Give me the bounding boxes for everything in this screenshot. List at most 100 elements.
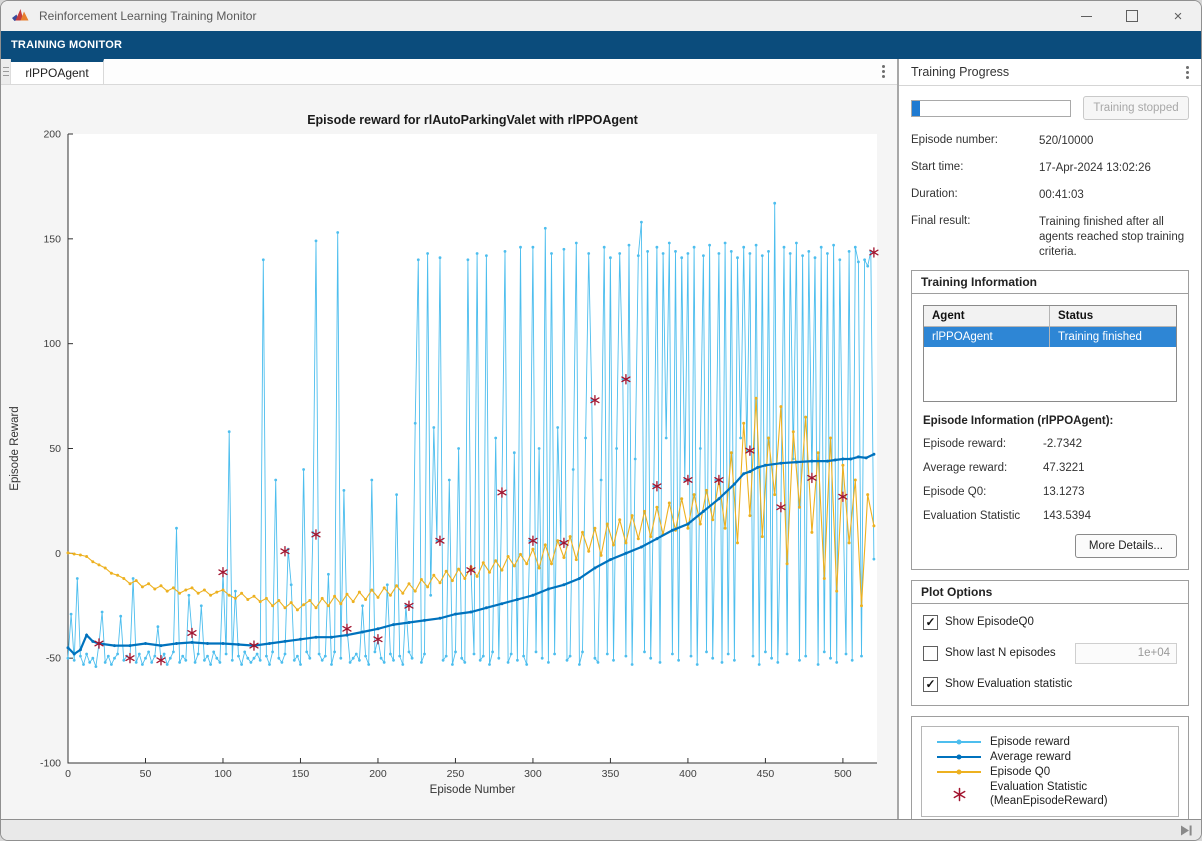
episode-information-title: Episode Information (rlPPOAgent): bbox=[923, 415, 1177, 427]
grip-icon bbox=[3, 71, 9, 72]
show-last-n-checkbox[interactable] bbox=[923, 646, 938, 661]
info-row-start-time: Start time: 17-Apr-2024 13:02:26 bbox=[911, 161, 1189, 176]
panel-options-kebab-icon[interactable] bbox=[1186, 71, 1189, 74]
stat-label: Average reward: bbox=[923, 462, 1043, 474]
plot-options-section: Plot Options Show EpisodeQ0 Show last N … bbox=[911, 580, 1189, 706]
titlebar: Reinforcement Learning Training Monitor … bbox=[1, 1, 1201, 31]
ribbon: TRAINING MONITOR bbox=[1, 31, 1201, 59]
window-title: Reinforcement Learning Training Monitor bbox=[39, 9, 1063, 23]
svg-text:500: 500 bbox=[834, 768, 852, 780]
legend-section: Episode reward Average reward bbox=[911, 716, 1189, 819]
stat-row-evaluation-statistic: Evaluation Statistic 143.5394 bbox=[923, 510, 1177, 522]
svg-text:100: 100 bbox=[43, 338, 61, 350]
stat-label: Episode reward: bbox=[923, 438, 1043, 450]
progress-fill bbox=[912, 101, 920, 116]
section-title: Plot Options bbox=[912, 581, 1188, 604]
panel-grip[interactable] bbox=[1, 59, 11, 84]
stat-value: -2.7342 bbox=[1043, 438, 1082, 450]
column-header-status[interactable]: Status bbox=[1050, 306, 1176, 327]
more-details-button[interactable]: More Details... bbox=[1075, 534, 1177, 558]
table-header-row: Agent Status bbox=[924, 306, 1176, 327]
legend-asterisk-sample bbox=[928, 787, 990, 802]
close-icon: × bbox=[1174, 9, 1183, 24]
chart-legend: Episode reward Average reward bbox=[921, 726, 1179, 818]
column-header-agent[interactable]: Agent bbox=[924, 306, 1050, 327]
section-title: Training Information bbox=[912, 271, 1188, 294]
info-label: Final result: bbox=[911, 215, 1039, 260]
minimize-button[interactable] bbox=[1063, 1, 1109, 31]
info-label: Start time: bbox=[911, 161, 1039, 176]
svg-text:100: 100 bbox=[214, 768, 232, 780]
tab-options-kebab-icon[interactable] bbox=[882, 70, 885, 73]
info-value: 520/10000 bbox=[1039, 134, 1189, 149]
stat-value: 13.1273 bbox=[1043, 486, 1085, 498]
skip-to-end-icon[interactable] bbox=[1181, 825, 1193, 836]
stat-value: 47.3221 bbox=[1043, 462, 1085, 474]
asterisk-icon bbox=[952, 787, 967, 802]
info-value: Training finished after all agents reach… bbox=[1039, 215, 1189, 260]
stat-value: 143.5394 bbox=[1043, 510, 1091, 522]
tab-bar-fill bbox=[104, 59, 897, 84]
svg-text:0: 0 bbox=[65, 768, 71, 780]
maximize-icon bbox=[1126, 10, 1138, 22]
agent-status-table: Agent Status rlPPOAgent Training finishe… bbox=[923, 305, 1177, 402]
panel-title: Training Progress bbox=[911, 65, 1186, 79]
svg-text:150: 150 bbox=[292, 768, 310, 780]
svg-text:50: 50 bbox=[49, 443, 61, 455]
document-panel: rlPPOAgent 05010015020025030035040045050… bbox=[1, 59, 899, 819]
svg-text:450: 450 bbox=[757, 768, 775, 780]
chart-area: 050100150200250300350400450500-100-50050… bbox=[1, 85, 897, 819]
svg-text:300: 300 bbox=[524, 768, 542, 780]
tab-label: rlPPOAgent bbox=[25, 66, 88, 80]
close-button[interactable]: × bbox=[1155, 1, 1201, 31]
last-n-episodes-input[interactable] bbox=[1075, 643, 1177, 664]
info-row-duration: Duration: 00:41:03 bbox=[911, 188, 1189, 203]
svg-text:150: 150 bbox=[43, 233, 61, 245]
show-evaluation-checkbox[interactable] bbox=[923, 677, 938, 692]
info-value: 17-Apr-2024 13:02:26 bbox=[1039, 161, 1189, 176]
legend-item-episode-q0: Episode Q0 bbox=[928, 765, 1172, 780]
legend-item-evaluation-statistic: Evaluation Statistic (MeanEpisodeReward) bbox=[928, 780, 1172, 809]
legend-label: Episode Q0 bbox=[990, 766, 1050, 778]
svg-text:0: 0 bbox=[55, 548, 61, 560]
svg-text:400: 400 bbox=[679, 768, 697, 780]
stat-label: Episode Q0: bbox=[923, 486, 1043, 498]
training-chart: 050100150200250300350400450500-100-50050… bbox=[1, 85, 897, 819]
legend-line-sample bbox=[928, 741, 990, 743]
stat-row-episode-q0: Episode Q0: 13.1273 bbox=[923, 486, 1177, 498]
svg-text:50: 50 bbox=[140, 768, 152, 780]
legend-label: Evaluation Statistic (MeanEpisodeReward) bbox=[990, 780, 1108, 809]
stat-row-average-reward: Average reward: 47.3221 bbox=[923, 462, 1177, 474]
svg-text:200: 200 bbox=[369, 768, 387, 780]
maximize-button[interactable] bbox=[1109, 1, 1155, 31]
window-controls: × bbox=[1063, 1, 1201, 31]
option-show-evaluation: Show Evaluation statistic bbox=[923, 677, 1177, 692]
table-row[interactable]: rlPPOAgent Training finished bbox=[924, 327, 1176, 347]
tab-rlppoagent[interactable]: rlPPOAgent bbox=[11, 59, 104, 84]
tab-bar: rlPPOAgent bbox=[1, 59, 897, 85]
ribbon-tab-training-monitor[interactable]: TRAINING MONITOR bbox=[1, 39, 122, 51]
option-show-episode-q0: Show EpisodeQ0 bbox=[923, 615, 1177, 630]
info-row-final-result: Final result: Training finished after al… bbox=[911, 215, 1189, 260]
checkbox-label: Show EpisodeQ0 bbox=[945, 616, 1034, 628]
svg-text:200: 200 bbox=[43, 129, 61, 141]
legend-item-episode-reward: Episode reward bbox=[928, 735, 1172, 750]
legend-item-average-reward: Average reward bbox=[928, 750, 1172, 765]
chart-title: Episode reward for rlAutoParkingValet wi… bbox=[307, 113, 638, 127]
plot-background bbox=[68, 134, 877, 763]
option-show-last-n: Show last N episodes bbox=[923, 643, 1177, 664]
show-episodeq0-checkbox[interactable] bbox=[923, 615, 938, 630]
x-axis-label: Episode Number bbox=[430, 784, 516, 796]
legend-label: Episode reward bbox=[990, 736, 1070, 748]
info-row-episode-number: Episode number: 520/10000 bbox=[911, 134, 1189, 149]
info-value: 00:41:03 bbox=[1039, 188, 1189, 203]
app-window: Reinforcement Learning Training Monitor … bbox=[0, 0, 1202, 841]
cell-agent: rlPPOAgent bbox=[924, 327, 1050, 347]
table-empty-area bbox=[924, 347, 1176, 401]
checkbox-label: Show Evaluation statistic bbox=[945, 678, 1072, 690]
training-information-section: Training Information Agent Status rlPPOA… bbox=[911, 270, 1189, 570]
svg-text:250: 250 bbox=[447, 768, 465, 780]
training-progress-panel: Training Progress Training stopped Episo… bbox=[899, 59, 1201, 819]
legend-label: Average reward bbox=[990, 751, 1071, 763]
training-stopped-button[interactable]: Training stopped bbox=[1083, 96, 1189, 120]
